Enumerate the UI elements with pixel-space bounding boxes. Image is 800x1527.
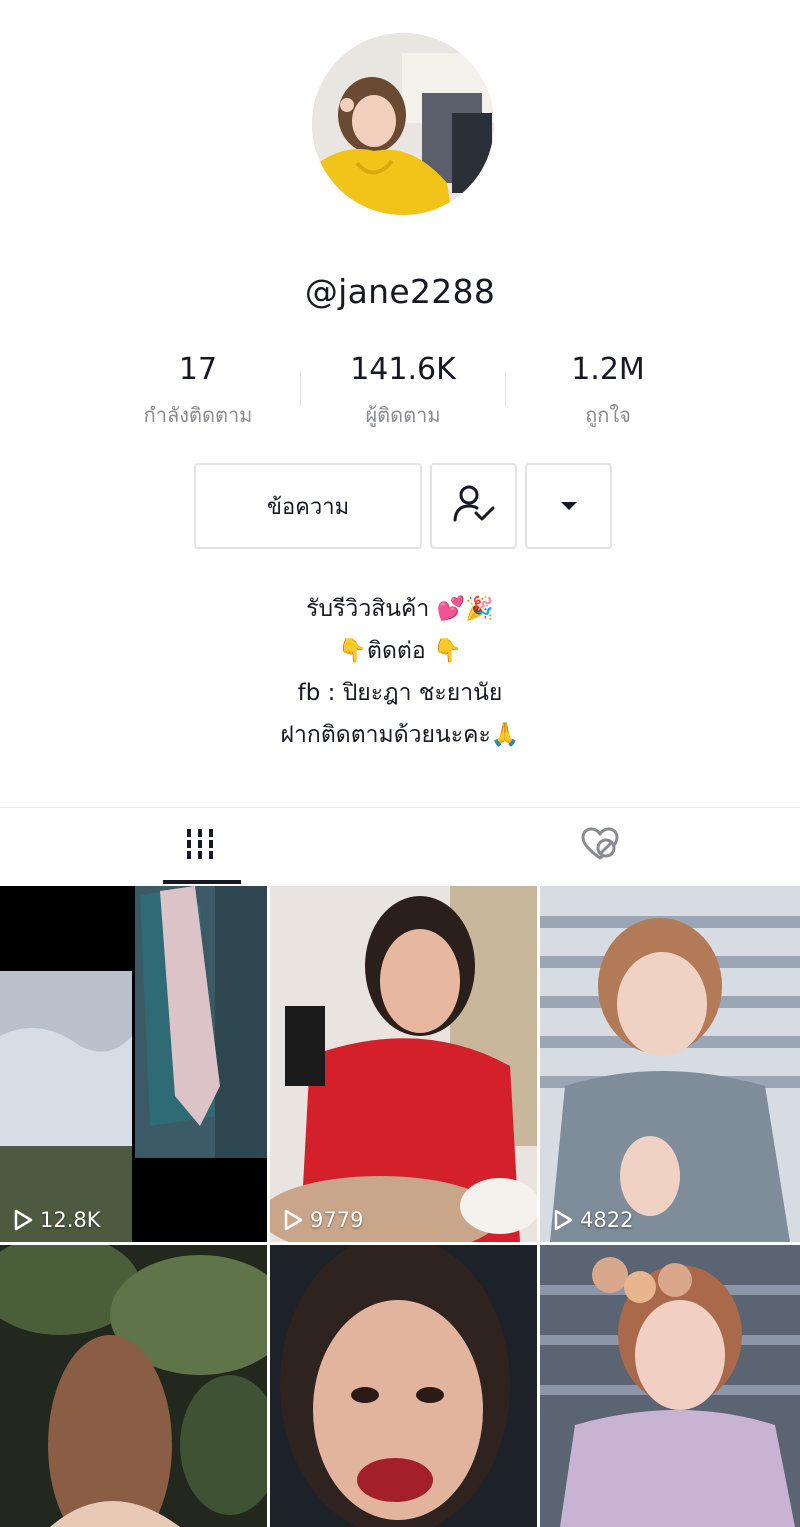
bio-line: รับรีวิวสินค้า 💕🎉 bbox=[306, 596, 494, 622]
stat-followers-label: ผู้ติดตาม bbox=[365, 403, 441, 427]
avatar-photo bbox=[312, 33, 494, 215]
active-tab-indicator bbox=[163, 880, 241, 884]
liked-hidden-icon bbox=[580, 826, 620, 866]
stat-following-value: 17 bbox=[178, 352, 218, 387]
video-thumbnail[interactable]: 4822 bbox=[540, 886, 800, 1242]
video-thumbnail-image bbox=[270, 1245, 537, 1527]
stat-likes[interactable]: 1.2M ถูกใจ bbox=[508, 352, 708, 431]
view-count: 4822 bbox=[552, 1208, 633, 1232]
user-check-icon bbox=[452, 484, 496, 528]
bio-line: 👇ติดต่อ 👇 bbox=[338, 638, 462, 664]
video-thumbnail-image bbox=[270, 886, 537, 1242]
stat-likes-value: 1.2M bbox=[571, 352, 645, 387]
video-thumbnail-image bbox=[0, 886, 267, 1242]
play-icon bbox=[14, 1209, 33, 1231]
grid-icon bbox=[184, 827, 216, 865]
more-options-button[interactable] bbox=[525, 463, 612, 549]
username: @jane2288 bbox=[304, 272, 496, 311]
message-button[interactable]: ข้อความ bbox=[194, 463, 422, 549]
video-thumbnail[interactable]: 12.8K bbox=[0, 886, 267, 1242]
following-button[interactable] bbox=[430, 463, 517, 549]
view-count: 12.8K bbox=[12, 1208, 101, 1232]
view-count: 9779 bbox=[282, 1208, 363, 1232]
play-icon bbox=[554, 1209, 573, 1231]
tab-liked[interactable] bbox=[400, 808, 800, 884]
avatar[interactable] bbox=[312, 33, 494, 215]
stat-divider bbox=[505, 372, 506, 406]
bio-line: fb : ปิยะฎา ชะยานัย bbox=[297, 680, 503, 706]
video-thumbnail[interactable]: 9779 bbox=[270, 886, 537, 1242]
video-thumbnail-image bbox=[540, 1245, 800, 1527]
message-button-label: ข้อความ bbox=[266, 494, 350, 520]
stat-divider bbox=[300, 372, 301, 406]
view-count-value: 12.8K bbox=[40, 1208, 101, 1232]
stat-following-label: กำลังติดตาม bbox=[143, 403, 253, 427]
stat-followers[interactable]: 141.6K ผู้ติดตาม bbox=[303, 352, 503, 431]
video-thumbnail[interactable] bbox=[270, 1245, 537, 1527]
video-thumbnail[interactable] bbox=[0, 1245, 267, 1527]
bio: รับรีวิวสินค้า 💕🎉 👇ติดต่อ 👇 fb : ปิยะฎา … bbox=[0, 588, 800, 756]
video-grid: 12.8K 9779 4822 bbox=[0, 886, 800, 1527]
video-thumbnail-image bbox=[540, 886, 800, 1242]
play-icon bbox=[284, 1209, 303, 1231]
tab-videos[interactable] bbox=[0, 808, 400, 884]
view-count-value: 9779 bbox=[310, 1208, 364, 1232]
view-count-value: 4822 bbox=[580, 1208, 634, 1232]
bio-line: ฝากติดตามด้วยนะคะ🙏 bbox=[280, 722, 520, 748]
video-thumbnail[interactable] bbox=[540, 1245, 800, 1527]
stat-following[interactable]: 17 กำลังติดตาม bbox=[98, 352, 298, 431]
stat-likes-label: ถูกใจ bbox=[585, 403, 631, 427]
video-thumbnail-image bbox=[0, 1245, 267, 1527]
stat-followers-value: 141.6K bbox=[350, 352, 456, 387]
caret-down-icon bbox=[559, 497, 579, 516]
